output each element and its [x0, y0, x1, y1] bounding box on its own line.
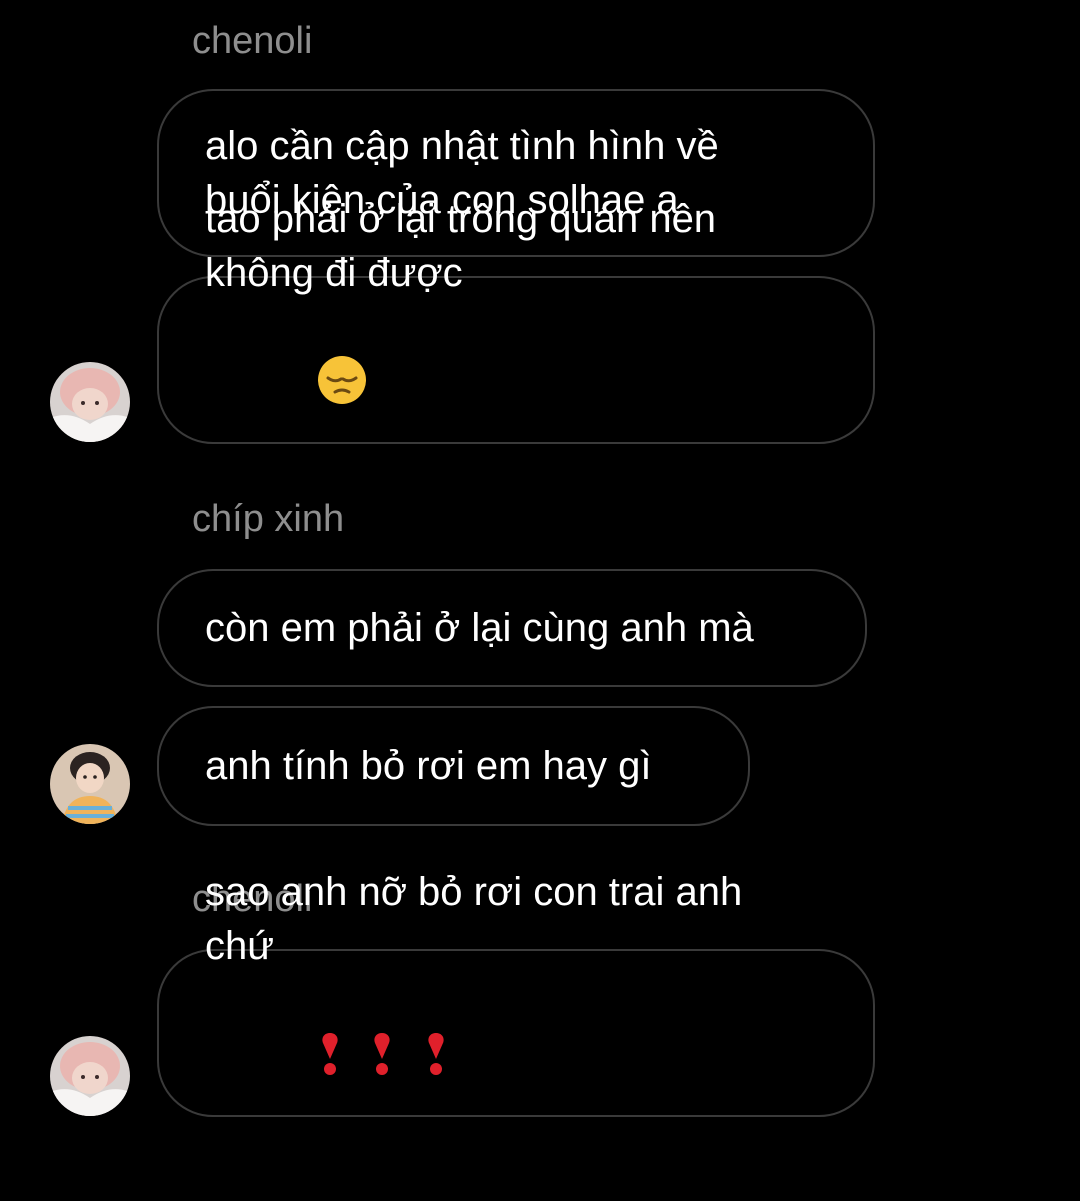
pensive-face-emoji [249, 300, 368, 474]
heavy-exclamation-heart-emoji [249, 973, 476, 1147]
message-text: anh tính bỏ rơi em hay gì [205, 744, 652, 788]
message-text: sao anh nỡ bỏ rơi con trai anh chứ [205, 865, 742, 1201]
message-bubble[interactable]: tao phải ở lại trông quán nên không đi đư… [157, 197, 875, 444]
sender-name: chenoli [192, 20, 313, 62]
sender-name: chíp xinh [192, 498, 345, 540]
chip-xinh-avatar[interactable] [50, 744, 130, 824]
chenoli-avatar[interactable] [50, 362, 130, 442]
message-bubble[interactable]: anh tính bỏ rơi em hay gì [157, 706, 750, 826]
message-text: còn em phải ở lại cùng anh mà [205, 606, 754, 650]
message-bubble[interactable]: sao anh nỡ bỏ rơi con trai anh chứ [157, 870, 875, 1117]
message-text: tao phải ở lại trông quán nên không đi đư… [205, 192, 716, 528]
message-bubble[interactable]: còn em phải ở lại cùng anh mà [157, 569, 867, 687]
chenoli-avatar[interactable] [50, 1036, 130, 1116]
